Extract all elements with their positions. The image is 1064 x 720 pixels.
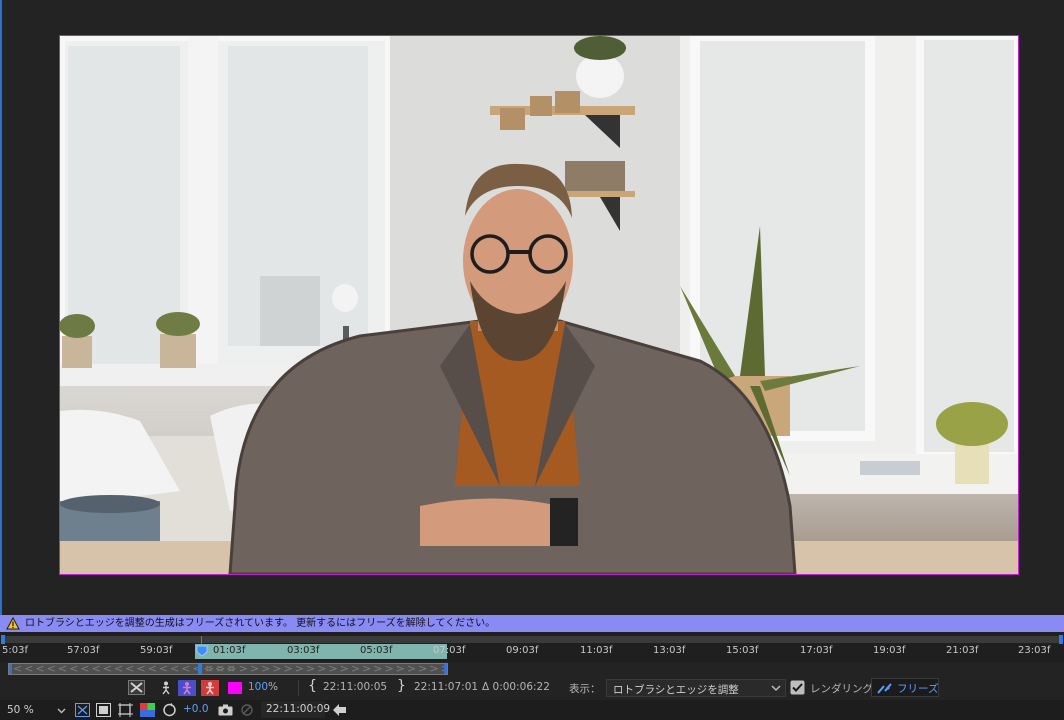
ruler-tick: 07:03f xyxy=(433,645,466,656)
out-point-time[interactable]: 22:11:07:01 xyxy=(414,681,478,693)
ruler-tick: 09:03f xyxy=(506,645,539,656)
ruler-tick: 11:03f xyxy=(580,645,613,656)
fit-to-frame-icon[interactable] xyxy=(75,703,90,717)
ruler-tick: 5:03f xyxy=(2,645,28,656)
duration-value: Δ 0:00:06:22 xyxy=(482,681,550,693)
current-time-indicator[interactable] xyxy=(196,645,208,657)
chevron-down-icon xyxy=(771,685,781,692)
current-time-display[interactable]: 22:11:00:09 xyxy=(261,701,330,718)
time-navigator-start-handle[interactable] xyxy=(1,635,5,644)
freeze-warning-text: ロトブラシとエッジを調整の生成はフリーズされています。 更新するにはフリーズを解… xyxy=(25,618,496,629)
snapshot-camera-icon[interactable] xyxy=(218,704,233,716)
overlay-color-swatch[interactable] xyxy=(228,682,242,694)
video-frame-image xyxy=(60,36,1018,574)
current-time-value: 22:11:00:09 xyxy=(266,703,331,715)
view-label: 表示： xyxy=(569,683,601,695)
exposure-value[interactable]: +0.0 xyxy=(183,703,209,715)
render-checkbox[interactable] xyxy=(790,680,805,695)
layer-viewer[interactable] xyxy=(0,0,1064,615)
color-channels-icon[interactable] xyxy=(140,703,155,717)
view-dropdown-value: ロトブラシとエッジを調整 xyxy=(613,684,739,696)
layer-controls-bar: 100 % { 22:11:00:05 } 22:11:07:01 Δ 0:00… xyxy=(0,677,1064,699)
set-out-point-icon[interactable]: } xyxy=(397,678,406,694)
span-end-handle[interactable] xyxy=(444,664,447,674)
opacity-unit: % xyxy=(268,681,278,693)
roto-propagation-track[interactable]: <<<<<<<<<<<<<<<<<<<< >>>>>>>>>>>>>>>>>>>… xyxy=(8,663,448,675)
opacity-value[interactable]: 100 xyxy=(248,681,268,693)
ruler-tick: 21:03f xyxy=(946,645,979,656)
region-of-interest-icon[interactable] xyxy=(117,702,134,718)
ruler-tick: 23:03f xyxy=(1018,645,1051,656)
view-dropdown[interactable]: ロトブラシとエッジを調整 xyxy=(606,679,786,697)
ruler-tick: 01:03f xyxy=(213,645,246,656)
ruler-tick: 59:03f xyxy=(140,645,173,656)
render-label: レンダリング xyxy=(810,683,873,695)
base-frame-keyframe[interactable] xyxy=(198,664,202,674)
warning-icon xyxy=(6,617,20,630)
show-channel-icon[interactable] xyxy=(128,680,145,695)
person-icon[interactable] xyxy=(160,681,172,695)
set-in-point-icon[interactable]: { xyxy=(308,678,317,694)
alpha-overlay-icon[interactable] xyxy=(178,680,196,696)
ruler-tick: 13:03f xyxy=(653,645,686,656)
show-snapshot-icon[interactable] xyxy=(240,703,254,717)
time-navigator-bar[interactable] xyxy=(5,636,1061,643)
alpha-boundary-icon[interactable] xyxy=(201,680,219,696)
freeze-button[interactable]: フリーズ xyxy=(871,678,939,697)
zoom-dropdown[interactable]: 50 % xyxy=(3,702,67,718)
ruler-tick: 15:03f xyxy=(726,645,759,656)
go-to-time-icon[interactable] xyxy=(332,703,348,717)
ruler-tick: 19:03f xyxy=(873,645,906,656)
in-point-time[interactable]: 22:11:00:05 xyxy=(323,681,387,693)
ruler-tick: 57:03f xyxy=(67,645,100,656)
freeze-warning-bar: ロトブラシとエッジを調整の生成はフリーズされています。 更新するにはフリーズを解… xyxy=(0,615,1064,632)
viewer-status-bar: 50 % +0.0 22:11:00:09 xyxy=(0,700,1064,720)
time-navigator-end-handle[interactable] xyxy=(1059,635,1063,644)
zoom-value: 50 % xyxy=(7,704,34,716)
transparency-grid-icon[interactable] xyxy=(96,703,111,717)
chevron-down-icon xyxy=(57,708,66,714)
freeze-label: フリーズ xyxy=(897,683,939,695)
backward-propagation-markers: <<<<<<<<<<<<<<<<<<<< xyxy=(13,663,238,675)
ruler-tick: 05:03f xyxy=(360,645,393,656)
ruler-tick: 17:03f xyxy=(800,645,833,656)
span-start-handle[interactable] xyxy=(9,664,12,674)
reset-exposure-icon[interactable] xyxy=(162,703,177,717)
video-frame[interactable] xyxy=(59,35,1019,575)
ruler-tick: 03:03f xyxy=(287,645,320,656)
current-time-marker-line xyxy=(201,636,202,644)
roto-brush-icon xyxy=(877,683,892,694)
forward-propagation-markers: >>>>>>>>>>>>>>>>>>>>>> xyxy=(205,663,448,675)
